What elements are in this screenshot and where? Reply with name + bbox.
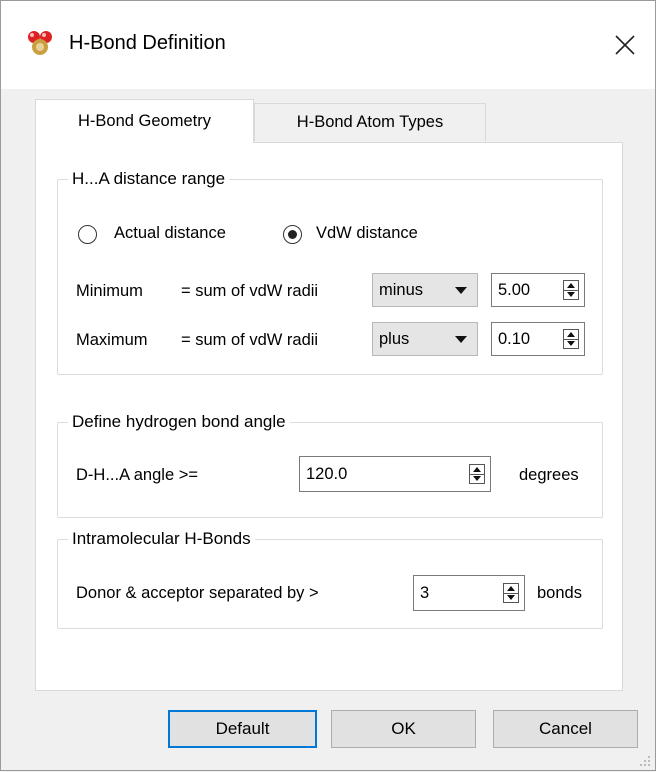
title-bar[interactable]: H-Bond Definition: [1, 1, 655, 89]
button-label: Default: [215, 719, 270, 738]
maximum-value-spinbox[interactable]: 0.10: [491, 322, 585, 356]
window-title: H-Bond Definition: [69, 32, 226, 54]
close-icon[interactable]: [605, 25, 645, 65]
distance-range-group: H...A distance range Actual distance VdW…: [57, 168, 603, 375]
button-label: OK: [391, 719, 416, 738]
select-value: minus: [379, 280, 424, 299]
spinbox-value: 3: [420, 583, 430, 602]
spin-arrows-icon[interactable]: [503, 583, 519, 603]
minimum-operator-select[interactable]: minus: [372, 273, 478, 307]
cancel-button[interactable]: Cancel: [493, 710, 638, 748]
chevron-down-icon: [455, 336, 467, 343]
angle-unit: degrees: [519, 466, 579, 484]
radio-vdw-label[interactable]: VdW distance: [316, 224, 418, 243]
maximum-label: Maximum: [76, 331, 148, 349]
separation-unit: bonds: [537, 584, 582, 602]
dialog-window: H-Bond Definition H-Bond Geometry H-Bond…: [0, 0, 656, 771]
tab-hbond-atom-types[interactable]: H-Bond Atom Types: [254, 103, 486, 141]
angle-label: D-H...A angle >=: [76, 466, 198, 484]
radio-actual-label[interactable]: Actual distance: [114, 224, 226, 243]
minimum-expression: = sum of vdW radii: [181, 282, 319, 300]
group-legend: Intramolecular H-Bonds: [68, 528, 255, 550]
spin-arrows-icon[interactable]: [563, 280, 579, 300]
select-value: plus: [379, 329, 410, 348]
spinbox-value: 5.00: [498, 280, 531, 299]
app-molecule-icon: [25, 28, 55, 58]
radio-actual-distance[interactable]: [78, 225, 97, 244]
spin-arrows-icon[interactable]: [469, 464, 485, 484]
hbond-angle-group: Define hydrogen bond angle D-H...A angle…: [57, 411, 603, 518]
angle-value-spinbox[interactable]: 120.0: [299, 456, 491, 492]
minimum-value-spinbox[interactable]: 5.00: [491, 273, 585, 307]
separation-value-spinbox[interactable]: 3: [413, 575, 525, 611]
separation-label: Donor & acceptor separated by >: [76, 584, 319, 602]
spinbox-value: 120.0: [306, 464, 348, 483]
spinbox-value: 0.10: [498, 329, 531, 348]
group-legend: Define hydrogen bond angle: [68, 411, 290, 433]
tab-label: H-Bond Atom Types: [296, 113, 444, 131]
minimum-label: Minimum: [76, 282, 143, 300]
button-label: Cancel: [539, 719, 592, 738]
chevron-down-icon: [455, 287, 467, 294]
radio-vdw-distance[interactable]: [283, 225, 302, 244]
spin-arrows-icon[interactable]: [563, 329, 579, 349]
maximum-expression: = sum of vdW radii: [181, 331, 319, 349]
intramolecular-group: Intramolecular H-Bonds Donor & acceptor …: [57, 528, 603, 629]
tab-label: H-Bond Geometry: [78, 112, 211, 130]
maximum-operator-select[interactable]: plus: [372, 322, 478, 356]
ok-button[interactable]: OK: [331, 710, 476, 748]
group-legend: H...A distance range: [68, 168, 230, 190]
tab-hbond-geometry[interactable]: H-Bond Geometry: [35, 99, 254, 143]
resize-grip-icon[interactable]: [637, 752, 651, 766]
tab-panel-geometry: H...A distance range Actual distance VdW…: [35, 142, 623, 691]
default-button[interactable]: Default: [168, 710, 317, 748]
